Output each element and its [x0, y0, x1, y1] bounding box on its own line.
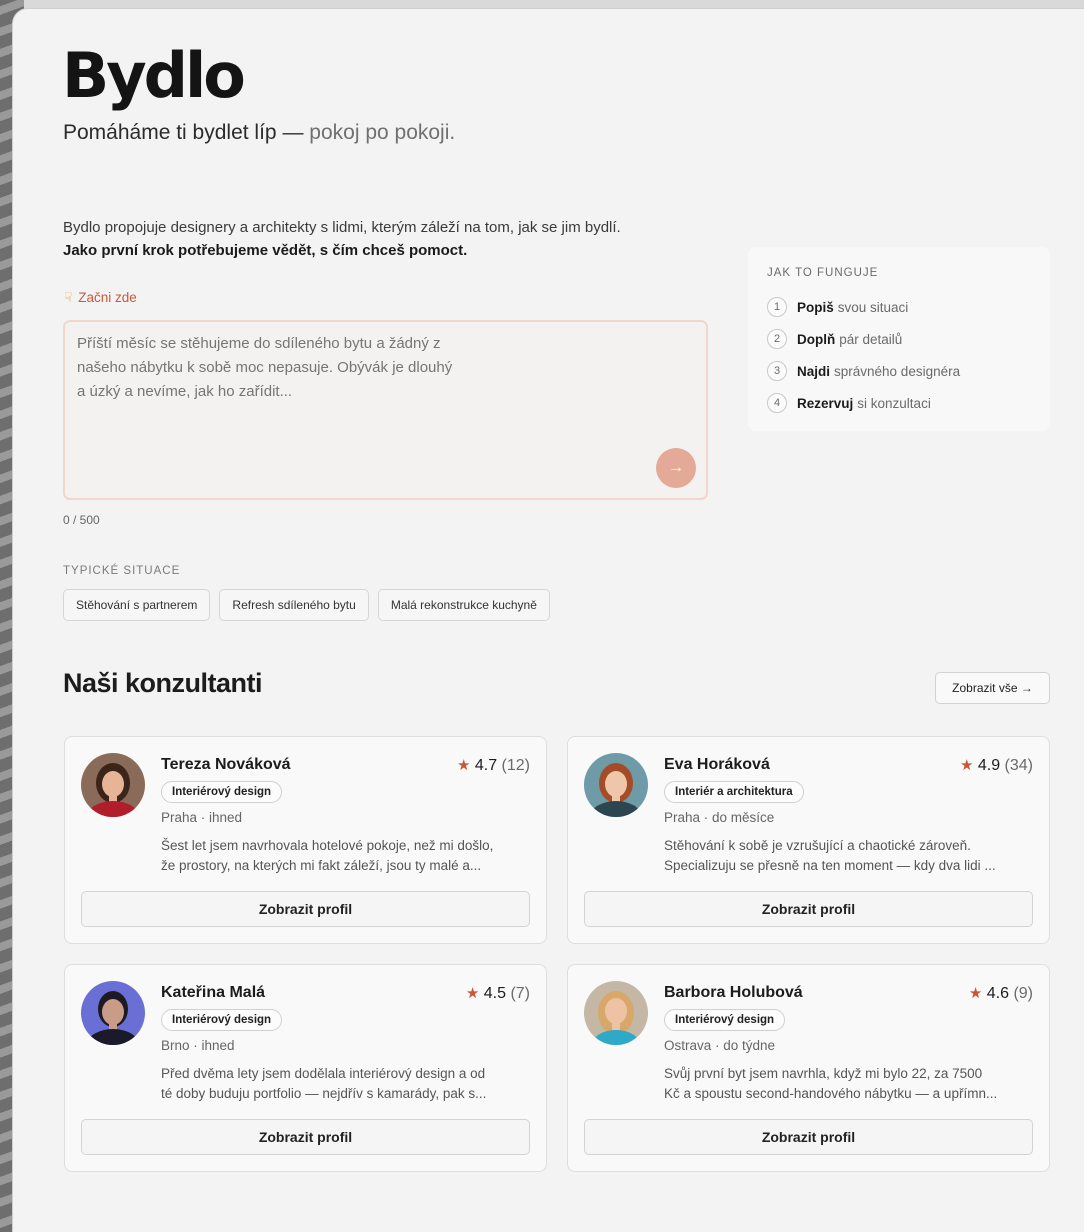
tagline-muted: pokoj po pokoji. — [303, 121, 456, 144]
rating-count: (7) — [510, 985, 530, 1002]
step-number: 1 — [767, 297, 787, 317]
how-step: 3 Najdi správného designéra — [767, 355, 1031, 387]
avatar-portrait — [81, 981, 145, 1045]
rating-value: 4.9 — [977, 757, 1001, 774]
typical-situations-label: TYPICKÉ SITUACE — [63, 565, 181, 577]
consultants-title: Naši konzultanti — [63, 668, 263, 698]
start-label: ☟ Začni zde — [64, 290, 137, 306]
view-profile-button[interactable]: Zobrazit profil — [584, 891, 1033, 927]
start-label-text: Začni zde — [78, 290, 137, 305]
view-profile-button[interactable]: Zobrazit profil — [81, 1119, 530, 1155]
step-number: 3 — [767, 361, 787, 381]
avatar — [81, 753, 145, 817]
consultant-name: Kateřina Malá — [161, 984, 266, 1001]
consultant-card: Barbora Holubová ★ 4.6 (9) Interiérový d… — [567, 964, 1050, 1172]
specialty-badge: Interiérový design — [161, 1009, 283, 1031]
consultant-bio: Před dvěma lety jsem dodělala interiérov… — [161, 1064, 533, 1104]
tagline: Pomáháme ti bydlet líp — pokoj po pokoji… — [63, 121, 455, 145]
bio-line: Kč a spoustu second-handového nábytku — … — [664, 1086, 998, 1101]
consultant-location: Praha · ihned — [161, 810, 243, 825]
avatar-portrait — [584, 981, 648, 1045]
intro-bold-line: Jako první krok potřebujeme vědět, s čím… — [63, 242, 468, 259]
step-number: 2 — [767, 329, 787, 349]
step-bold: Najdi — [797, 363, 831, 379]
consultant-rating: ★ 4.9 (34) — [960, 756, 1033, 775]
rating-value: 4.6 — [986, 985, 1009, 1002]
star-icon: ★ — [465, 985, 480, 1002]
consultant-bio: Svůj první byt jsem navrhla, když mi byl… — [664, 1064, 1036, 1104]
arrow-right-icon: → — [668, 459, 684, 476]
avatar-portrait — [584, 753, 648, 817]
step-bold: Rezervuj — [797, 395, 854, 411]
consultant-rating: ★ 4.7 (12) — [457, 756, 530, 775]
bio-line: Před dvěma lety jsem dodělala interiérov… — [161, 1066, 486, 1081]
rating-count: (34) — [1004, 757, 1033, 774]
consultant-name: Eva Horáková — [664, 756, 770, 773]
send-button[interactable]: → — [656, 448, 696, 488]
consultant-location: Brno · ihned — [161, 1038, 235, 1053]
star-icon: ★ — [456, 757, 471, 774]
consultant-location: Praha · do měsíce — [664, 810, 775, 825]
step-bold: Popiš — [797, 299, 834, 315]
view-all-button[interactable]: Zobrazit vše → — [935, 672, 1050, 704]
bio-line: Šest let jsem navrhovala hotelové pokoje… — [161, 838, 494, 853]
bio-line: Stěhování k sobě je vzrušující a chaotic… — [664, 838, 971, 853]
step-bold: Doplň — [797, 331, 836, 347]
star-icon: ★ — [959, 757, 974, 774]
chip-small-kitchen-renovation[interactable]: Malá rekonstrukce kuchyně — [377, 589, 550, 621]
pointing-down-icon: ☟ — [64, 290, 73, 305]
consultant-location: Ostrava · do týdne — [664, 1038, 776, 1053]
tagline-main: Pomáháme ti bydlet líp — — [63, 121, 304, 144]
consultant-bio: Šest let jsem navrhovala hotelové pokoje… — [161, 836, 533, 876]
chip-moving-with-partner[interactable]: Stěhování s partnerem — [63, 589, 211, 621]
specialty-badge: Interiér a architektura — [664, 781, 804, 803]
avatar — [81, 981, 145, 1045]
how-step: 1 Popiš svou situaci — [767, 291, 1031, 323]
consultant-name: Barbora Holubová — [664, 984, 803, 1001]
consultant-bio: Stěhování k sobě je vzrušující a chaotic… — [664, 836, 1036, 876]
intro-text: Bydlo propojuje designery a architekty s… — [63, 216, 743, 262]
avatar-portrait — [81, 753, 145, 817]
specialty-badge: Interiérový design — [161, 781, 283, 803]
consultant-card: Kateřina Malá ★ 4.5 (7) Interiérový desi… — [64, 964, 547, 1172]
how-it-works-card: JAK TO FUNGUJE 1 Popiš svou situaci 2 Do… — [748, 247, 1050, 431]
bio-line: té doby buduju portfolio — nejdřív s kam… — [161, 1086, 487, 1101]
bio-line: že prostory, na kterých mi fakt záleží, … — [161, 858, 482, 873]
situation-input-wrapper: → — [63, 320, 708, 500]
step-text: pár detailů — [839, 331, 903, 347]
consultant-rating: ★ 4.5 (7) — [466, 984, 530, 1003]
rating-value: 4.7 — [474, 757, 498, 774]
consultant-name: Tereza Nováková — [161, 756, 291, 773]
view-profile-button[interactable]: Zobrazit profil — [81, 891, 530, 927]
how-step: 2 Doplň pár detailů — [767, 323, 1031, 355]
step-text: správného designéra — [834, 363, 961, 379]
how-it-works-title: JAK TO FUNGUJE — [767, 267, 879, 279]
step-number: 4 — [767, 393, 787, 413]
step-text: si konzultaci — [857, 395, 931, 411]
typical-situations-chips: Stěhování s partnerem Refresh sdíleného … — [63, 589, 550, 621]
intro-line: Bydlo propojuje designery a architekty s… — [63, 219, 621, 236]
chip-refresh-shared-flat[interactable]: Refresh sdíleného bytu — [219, 589, 369, 621]
consultant-rating: ★ 4.6 (9) — [969, 984, 1033, 1003]
rating-count: (9) — [1013, 985, 1033, 1002]
star-icon: ★ — [968, 985, 983, 1002]
avatar — [584, 753, 648, 817]
how-step: 4 Rezervuj si konzultaci — [767, 387, 1031, 419]
view-profile-button[interactable]: Zobrazit profil — [584, 1119, 1033, 1155]
situation-textarea[interactable] — [65, 322, 706, 498]
rating-count: (12) — [501, 757, 530, 774]
step-text: svou situaci — [837, 299, 909, 315]
consultant-card: Tereza Nováková ★ 4.7 (12) Interiérový d… — [64, 736, 547, 944]
character-counter: 0 / 500 — [63, 513, 100, 527]
rating-value: 4.5 — [483, 985, 506, 1002]
avatar — [584, 981, 648, 1045]
brand-logo: Bydlo — [62, 39, 246, 112]
specialty-badge: Interiérový design — [664, 1009, 786, 1031]
bio-line: Svůj první byt jsem navrhla, když mi byl… — [664, 1066, 983, 1081]
consultant-card: Eva Horáková ★ 4.9 (34) Interiér a archi… — [567, 736, 1050, 944]
bio-line: Specializuju se přesně na ten moment — k… — [664, 858, 996, 873]
